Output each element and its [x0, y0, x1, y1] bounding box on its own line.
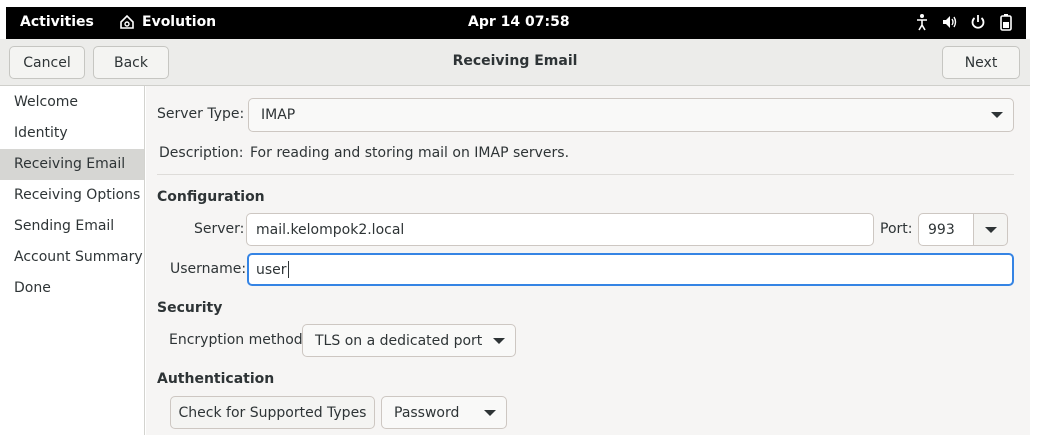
port-input[interactable]: 993 [918, 213, 974, 246]
description-value: For reading and storing mail on IMAP ser… [250, 145, 570, 161]
volume-icon[interactable] [942, 13, 958, 31]
system-top-bar: Activities Evolution Apr 14 07:58 [6, 7, 1026, 39]
server-input[interactable]: mail.kelompok2.local [246, 213, 874, 246]
username-label: Username: [170, 261, 247, 277]
authentication-type-combo[interactable]: Password [381, 396, 507, 429]
encryption-method-value: TLS on a dedicated port [315, 332, 483, 349]
sidebar-item-identity[interactable]: Identity [0, 118, 144, 149]
battery-icon[interactable] [998, 13, 1014, 31]
sidebar-item-receiving-email[interactable]: Receiving Email [0, 149, 144, 180]
description-label: Description: [159, 145, 244, 161]
sidebar-item-account-summary[interactable]: Account Summary [0, 242, 144, 273]
evolution-app-icon [120, 14, 134, 29]
chevron-down-icon [484, 409, 496, 416]
text-caret [287, 261, 289, 278]
username-input[interactable]: user [247, 253, 1014, 286]
chevron-down-icon [991, 112, 1003, 118]
activities-button[interactable]: Activities [20, 14, 94, 30]
sidebar-item-receiving-options[interactable]: Receiving Options [0, 180, 144, 211]
system-tray[interactable] [914, 13, 1014, 31]
next-button[interactable]: Next [942, 46, 1020, 79]
authentication-heading: Authentication [157, 371, 275, 387]
page-title: Receiving Email [452, 53, 578, 69]
check-supported-types-button[interactable]: Check for Supported Types [170, 396, 375, 429]
encryption-method-combo[interactable]: TLS on a dedicated port [302, 324, 516, 357]
sidebar-item-welcome[interactable]: Welcome [0, 87, 144, 118]
power-icon[interactable] [970, 13, 986, 31]
server-type-label: Server Type: [157, 106, 245, 122]
username-input-value: user [256, 261, 287, 278]
accessibility-icon[interactable] [914, 13, 930, 31]
sidebar-item-sending-email[interactable]: Sending Email [0, 211, 144, 242]
configuration-heading: Configuration [157, 189, 265, 205]
port-dropdown-button[interactable] [974, 213, 1008, 246]
separator [157, 174, 1014, 175]
sidebar-item-done[interactable]: Done [0, 273, 144, 304]
app-name: Evolution [142, 14, 217, 30]
server-input-value: mail.kelompok2.local [256, 221, 405, 238]
server-type-combo[interactable]: IMAP [248, 98, 1014, 132]
server-type-value: IMAP [261, 107, 296, 123]
encryption-method-label: Encryption method: [169, 332, 308, 348]
chevron-down-icon [493, 337, 505, 344]
header-bar: Cancel Back Receiving Email Next [0, 39, 1030, 86]
assistant-steps-sidebar: Welcome Identity Receiving Email Receivi… [0, 86, 145, 435]
security-heading: Security [157, 300, 223, 316]
chevron-down-icon [984, 226, 997, 233]
port-label: Port: [880, 221, 913, 237]
app-menu[interactable]: Evolution [119, 14, 216, 30]
authentication-type-value: Password [394, 404, 460, 421]
clock[interactable]: Apr 14 07:58 [468, 14, 570, 30]
receiving-email-form: Server Type: IMAP Description: For readi… [146, 86, 1030, 435]
server-label: Server: [194, 221, 245, 237]
port-input-value: 993 [928, 221, 955, 238]
